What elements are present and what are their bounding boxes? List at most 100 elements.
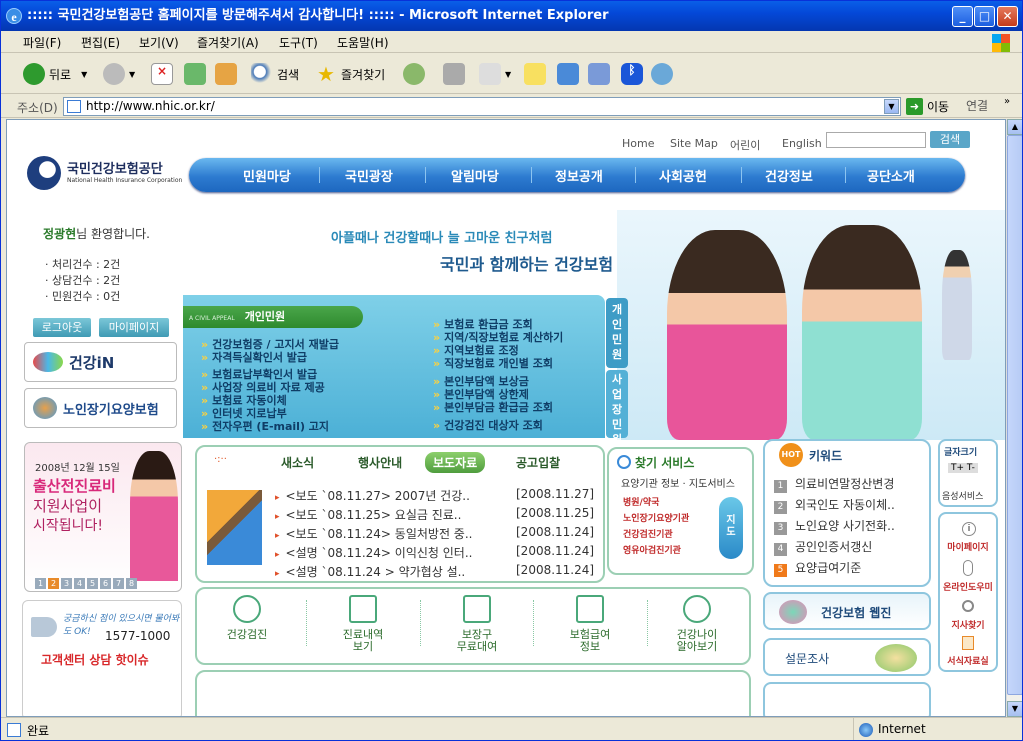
vertical-scrollbar[interactable]: ▲ ▼ bbox=[1006, 119, 1022, 717]
keyword-item[interactable]: 3 노인요양 사기전화.. bbox=[774, 517, 895, 535]
civil-link[interactable]: 직장보험료 개인별 조회 bbox=[433, 355, 553, 371]
edit-button[interactable]: ▼ bbox=[479, 62, 511, 86]
prenatal-ad-banner[interactable]: 2008년 12월 15일 출산전진료비 지원사업이 시작됩니다! bbox=[24, 442, 182, 592]
keyword-item[interactable]: 5 요양급여기준 bbox=[774, 559, 861, 577]
civil-link[interactable]: 본인부담금 환급금 조회 bbox=[433, 399, 553, 415]
tab-press[interactable]: 보도자료 bbox=[425, 452, 486, 473]
site-search-button[interactable]: 검색 bbox=[930, 131, 970, 148]
print-button[interactable] bbox=[443, 62, 469, 86]
ad-page-8[interactable]: 8 bbox=[126, 578, 137, 589]
ad-page-7[interactable]: 7 bbox=[113, 578, 124, 589]
links-chevron-icon[interactable]: » bbox=[1004, 96, 1010, 107]
notes-button[interactable] bbox=[524, 62, 550, 86]
voice-service-link[interactable]: 음성서비스 bbox=[942, 489, 983, 502]
gnb-item-disclosure[interactable]: 정보공개 bbox=[555, 166, 603, 185]
gnb-item-square[interactable]: 국민광장 bbox=[345, 166, 393, 185]
gnb-item-about[interactable]: 공단소개 bbox=[867, 166, 915, 185]
research-button[interactable] bbox=[588, 62, 614, 86]
quick-mypage-link[interactable]: 마이페이지 bbox=[940, 540, 996, 553]
civil-link[interactable]: 자격득실확인서 발급 bbox=[201, 349, 307, 365]
ad-page-4[interactable]: 4 bbox=[74, 578, 85, 589]
news-item[interactable]: <설명 `08.11.24> 이익신청 인터.. bbox=[275, 544, 473, 561]
favorites-button[interactable]: ★ 즐겨찾기 bbox=[315, 62, 385, 86]
refresh-button[interactable] bbox=[184, 62, 210, 86]
menu-tools[interactable]: 도구(T) bbox=[279, 34, 318, 51]
stop-button[interactable]: × bbox=[151, 62, 177, 86]
banner-healthin[interactable]: 건강iN bbox=[24, 342, 177, 382]
menu-view[interactable]: 보기(V) bbox=[139, 34, 179, 51]
gnb-item-notice[interactable]: 알림마당 bbox=[451, 166, 499, 185]
site-search-input[interactable] bbox=[826, 132, 926, 148]
logout-button[interactable]: 로그아웃 bbox=[33, 318, 91, 337]
find-map-button[interactable]: 지도 bbox=[719, 497, 743, 559]
scroll-up-button[interactable]: ▲ bbox=[1007, 119, 1022, 135]
tab-bids[interactable]: 공고입찰 bbox=[516, 454, 560, 471]
scroll-thumb[interactable] bbox=[1007, 135, 1022, 695]
find-checkup-link[interactable]: 건강검진기관 bbox=[623, 527, 673, 540]
survey-banner[interactable]: 설문조사 bbox=[763, 638, 931, 676]
sitemap-link[interactable]: Site Map bbox=[670, 137, 718, 150]
minimize-button[interactable]: _ bbox=[952, 6, 973, 27]
gnb-item-civil[interactable]: 민원마당 bbox=[243, 166, 291, 185]
news-item[interactable]: <보도 `08.11.24> 동일처방전 중.. bbox=[275, 525, 473, 542]
close-button[interactable]: ✕ bbox=[997, 6, 1018, 27]
search-button[interactable]: 검색 bbox=[251, 62, 299, 86]
svc-equipment-rental[interactable]: 보장구 무료대여 bbox=[437, 595, 517, 653]
svc-benefit-info[interactable]: 보험급여 정보 bbox=[550, 595, 630, 653]
ad-page-5[interactable]: 5 bbox=[87, 578, 98, 589]
contacts-button[interactable] bbox=[651, 62, 677, 86]
menu-file[interactable]: 파일(F) bbox=[23, 34, 61, 51]
tab-news[interactable]: 새소식 bbox=[281, 454, 314, 471]
webzine-banner[interactable]: 건강보험 웹진 bbox=[763, 592, 931, 630]
find-hospital-link[interactable]: 병원/약국 bbox=[623, 495, 659, 508]
go-button[interactable]: ➜ 이동 bbox=[906, 97, 949, 116]
scroll-down-button[interactable]: ▼ bbox=[1007, 701, 1022, 717]
quick-branch-link[interactable]: 지사찾기 bbox=[940, 618, 996, 631]
ad-page-1[interactable]: 1 bbox=[35, 578, 46, 589]
bluetooth-button[interactable]: ᛒ bbox=[621, 62, 647, 86]
keyword-item[interactable]: 2 외국인도 자동이체.. bbox=[774, 496, 895, 514]
svc-health-checkup[interactable]: 건강검진 bbox=[207, 595, 287, 641]
tab-events[interactable]: 행사안내 bbox=[358, 454, 402, 471]
tab-personal-civil[interactable]: 개인민원 bbox=[606, 298, 628, 368]
keyword-item[interactable]: 1 의료비연말정산변경 bbox=[774, 475, 894, 493]
gnb-item-health[interactable]: 건강정보 bbox=[765, 166, 813, 185]
kids-link[interactable]: 어린이 bbox=[730, 137, 760, 153]
quick-forms-link[interactable]: 서식자료실 bbox=[940, 654, 996, 667]
bottom-right-banner[interactable] bbox=[763, 682, 931, 716]
mypage-button[interactable]: 마이페이지 bbox=[99, 318, 169, 337]
svc-health-age[interactable]: 건강나이 알아보기 bbox=[657, 595, 737, 653]
address-input[interactable]: http://www.nhic.or.kr/ ▼ bbox=[63, 97, 901, 116]
home-link[interactable]: Home bbox=[622, 137, 654, 150]
find-longterm-link[interactable]: 노인장기요양기관 bbox=[623, 511, 689, 524]
find-infant-link[interactable]: 영유아검진기관 bbox=[623, 543, 681, 556]
ad-page-2[interactable]: 2 bbox=[48, 578, 59, 589]
keyword-item[interactable]: 4 공인인증서갱신 bbox=[774, 538, 872, 556]
history-button[interactable] bbox=[403, 62, 429, 86]
menu-edit[interactable]: 편집(E) bbox=[81, 34, 120, 51]
english-link[interactable]: English bbox=[782, 137, 822, 150]
ad-page-6[interactable]: 6 bbox=[100, 578, 111, 589]
news-item[interactable]: <보도 `08.11.25> 요실금 진료.. bbox=[275, 506, 462, 523]
gnb-item-social[interactable]: 사회공헌 bbox=[659, 166, 707, 185]
address-dropdown[interactable]: ▼ bbox=[884, 99, 899, 114]
links-label[interactable]: 연결 bbox=[966, 97, 988, 114]
quick-online-helper-link[interactable]: 온라인도우미 bbox=[940, 580, 996, 593]
tab-business-civil[interactable]: 사업장민원 bbox=[606, 370, 628, 446]
banner-longterm-care[interactable]: 노인장기요양보험 bbox=[24, 388, 177, 428]
news-item[interactable]: <설명 `08.11.24 > 약가협상 설.. bbox=[275, 563, 466, 580]
messenger-button[interactable] bbox=[557, 62, 583, 86]
nhic-logo[interactable]: 국민건강보험공단 National Health Insurance Corpo… bbox=[27, 156, 182, 190]
menu-help[interactable]: 도움말(H) bbox=[337, 34, 389, 51]
font-increase-button[interactable]: T+ T- bbox=[948, 463, 978, 473]
forward-button[interactable]: ▼ bbox=[103, 62, 135, 86]
maximize-button[interactable]: □ bbox=[974, 6, 995, 27]
back-button[interactable]: 뒤로 ▼ bbox=[23, 62, 87, 86]
ad-page-3[interactable]: 3 bbox=[61, 578, 72, 589]
civil-link[interactable]: 건강검진 대상자 조회 bbox=[433, 417, 543, 433]
home-button[interactable] bbox=[215, 62, 241, 86]
call-center-title[interactable]: 고객센터 상담 핫이슈 bbox=[41, 651, 149, 668]
menu-favorites[interactable]: 즐겨찾기(A) bbox=[197, 34, 259, 51]
svc-medical-history[interactable]: 진료내역 보기 bbox=[323, 595, 403, 653]
civil-link[interactable]: 전자우편 (E-mail) 고지 bbox=[201, 418, 329, 434]
